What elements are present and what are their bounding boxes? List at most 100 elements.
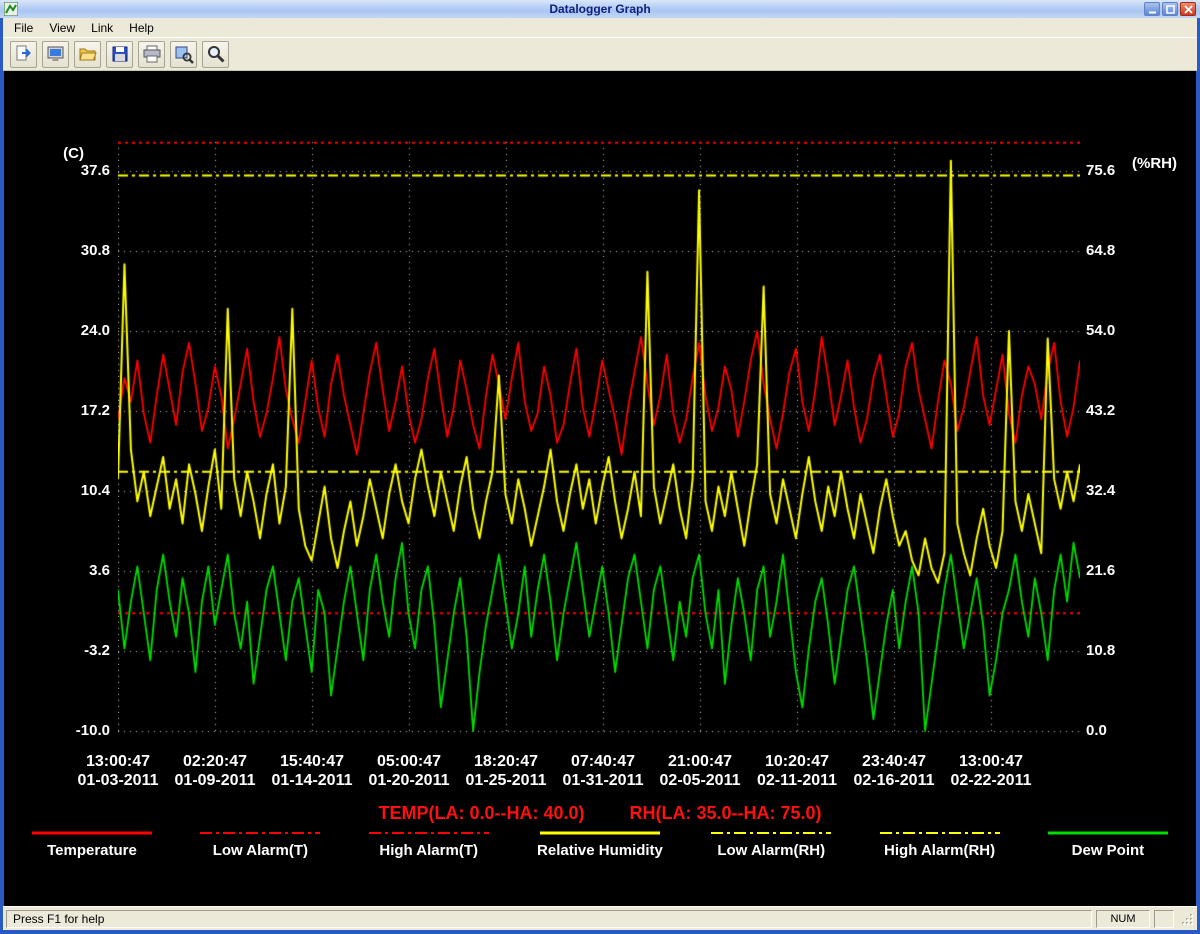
- x-tick-time: 10:20:47: [741, 752, 853, 771]
- left-axis-tick: 10.4: [42, 481, 110, 501]
- x-axis-tick: 07:40:4701-31-2011: [547, 752, 659, 790]
- x-tick-date: 01-31-2011: [547, 771, 659, 790]
- legend-line-sample: [369, 829, 489, 837]
- legend-label: High Alarm(RH): [884, 842, 995, 859]
- x-tick-time: 15:40:47: [256, 752, 368, 771]
- menu-file[interactable]: File: [6, 19, 41, 37]
- right-axis-tick: 10.8: [1086, 641, 1158, 661]
- x-tick-time: 23:40:47: [838, 752, 950, 771]
- menu-view[interactable]: View: [41, 19, 83, 37]
- x-tick-time: 05:00:47: [353, 752, 465, 771]
- left-axis-title: (C): [38, 145, 84, 162]
- legend: Temperature Low Alarm(T) High Alarm(T) Rela…: [32, 829, 1168, 859]
- legend-label: Relative Humidity: [537, 842, 663, 859]
- left-axis-tick: 37.6: [42, 161, 110, 181]
- x-tick-time: 18:20:47: [450, 752, 562, 771]
- right-axis-tick: 54.0: [1086, 321, 1158, 341]
- zoom-selection-icon: [174, 44, 194, 64]
- x-axis-tick: 15:40:4701-14-2011: [256, 752, 368, 790]
- save-icon: [110, 44, 130, 64]
- x-axis-tick: 18:20:4701-25-2011: [450, 752, 562, 790]
- left-axis-tick: 24.0: [42, 321, 110, 341]
- legend-item: Dew Point: [1048, 829, 1168, 859]
- x-axis-tick: 13:00:4702-22-2011: [935, 752, 1047, 790]
- right-axis-tick: 43.2: [1086, 401, 1158, 421]
- minimize-button[interactable]: [1144, 2, 1160, 16]
- monitor-icon: [46, 44, 66, 64]
- close-button[interactable]: [1180, 2, 1196, 16]
- right-axis-tick: 21.6: [1086, 561, 1158, 581]
- left-axis-tick: 17.2: [42, 401, 110, 421]
- print-icon: [142, 44, 162, 64]
- x-tick-time: 02:20:47: [159, 752, 271, 771]
- temp-alarm-text: TEMP(LA: 0.0--HA: 40.0): [378, 803, 584, 824]
- window-title: Datalogger Graph: [0, 0, 1200, 18]
- x-axis-tick: 23:40:4702-16-2011: [838, 752, 950, 790]
- legend-line-sample: [32, 829, 152, 837]
- status-num-indicator: NUM: [1096, 910, 1150, 928]
- legend-item: High Alarm(RH): [880, 829, 1000, 859]
- x-tick-time: 13:00:47: [62, 752, 174, 771]
- legend-label: Low Alarm(RH): [717, 842, 825, 859]
- left-axis-tick: -10.0: [42, 721, 110, 741]
- left-axis-tick: -3.2: [42, 641, 110, 661]
- status-panel-empty: [1154, 910, 1174, 928]
- x-tick-date: 02-22-2011: [935, 771, 1047, 790]
- legend-label: Temperature: [47, 842, 137, 859]
- legend-item: Low Alarm(T): [200, 829, 320, 859]
- legend-line-sample: [200, 829, 320, 837]
- title-bar[interactable]: Datalogger Graph: [0, 0, 1200, 18]
- monitor-button[interactable]: [42, 41, 69, 68]
- x-tick-date: 01-25-2011: [450, 771, 562, 790]
- maximize-button[interactable]: [1162, 2, 1178, 16]
- status-bar: Press F1 for help NUM: [3, 906, 1197, 930]
- right-axis-tick: 0.0: [1086, 721, 1158, 741]
- menu-help[interactable]: Help: [121, 19, 162, 37]
- graph-canvas[interactable]: [118, 140, 1080, 745]
- x-tick-date: 02-11-2011: [741, 771, 853, 790]
- legend-item: Relative Humidity: [537, 829, 663, 859]
- menu-link[interactable]: Link: [83, 19, 121, 37]
- x-tick-date: 01-09-2011: [159, 771, 271, 790]
- export-data-icon: [14, 44, 34, 64]
- legend-label: High Alarm(T): [379, 842, 478, 859]
- x-tick-date: 02-16-2011: [838, 771, 950, 790]
- resize-grip[interactable]: [1178, 910, 1195, 928]
- legend-item: High Alarm(T): [369, 829, 489, 859]
- x-tick-time: 07:40:47: [547, 752, 659, 771]
- open-file-button[interactable]: [74, 41, 101, 68]
- save-button[interactable]: [106, 41, 133, 68]
- right-axis-tick: 32.4: [1086, 481, 1158, 501]
- open-file-icon: [78, 44, 98, 64]
- legend-label: Dew Point: [1072, 842, 1145, 859]
- legend-line-sample: [1048, 829, 1168, 837]
- toolbar: [3, 37, 1197, 71]
- export-data-button[interactable]: [10, 41, 37, 68]
- app-window: Datalogger Graph File View Link Help: [0, 0, 1200, 934]
- legend-item: Temperature: [32, 829, 152, 859]
- legend-line-sample: [540, 829, 660, 837]
- legend-line-sample: [711, 829, 831, 837]
- left-axis-tick: 30.8: [42, 241, 110, 261]
- x-tick-date: 01-03-2011: [62, 771, 174, 790]
- legend-item: Low Alarm(RH): [711, 829, 831, 859]
- x-axis-tick: 05:00:4701-20-2011: [353, 752, 465, 790]
- window-controls: [1144, 2, 1196, 16]
- x-tick-time: 13:00:47: [935, 752, 1047, 771]
- x-tick-date: 01-20-2011: [353, 771, 465, 790]
- x-tick-time: 21:00:47: [644, 752, 756, 771]
- print-button[interactable]: [138, 41, 165, 68]
- x-axis-tick: 02:20:4701-09-2011: [159, 752, 271, 790]
- left-axis-tick: 3.6: [42, 561, 110, 581]
- legend-label: Low Alarm(T): [213, 842, 308, 859]
- menu-bar: File View Link Help: [3, 18, 1197, 37]
- x-axis-tick: 10:20:4702-11-2011: [741, 752, 853, 790]
- zoom-selection-button[interactable]: [170, 41, 197, 68]
- zoom-button[interactable]: [202, 41, 229, 68]
- x-axis-tick: 21:00:4702-05-2011: [644, 752, 756, 790]
- right-axis-tick: 64.8: [1086, 241, 1158, 261]
- rh-alarm-text: RH(LA: 35.0--HA: 75.0): [629, 803, 821, 824]
- zoom-icon: [206, 44, 226, 64]
- x-tick-date: 01-14-2011: [256, 771, 368, 790]
- status-message: Press F1 for help: [6, 910, 1092, 928]
